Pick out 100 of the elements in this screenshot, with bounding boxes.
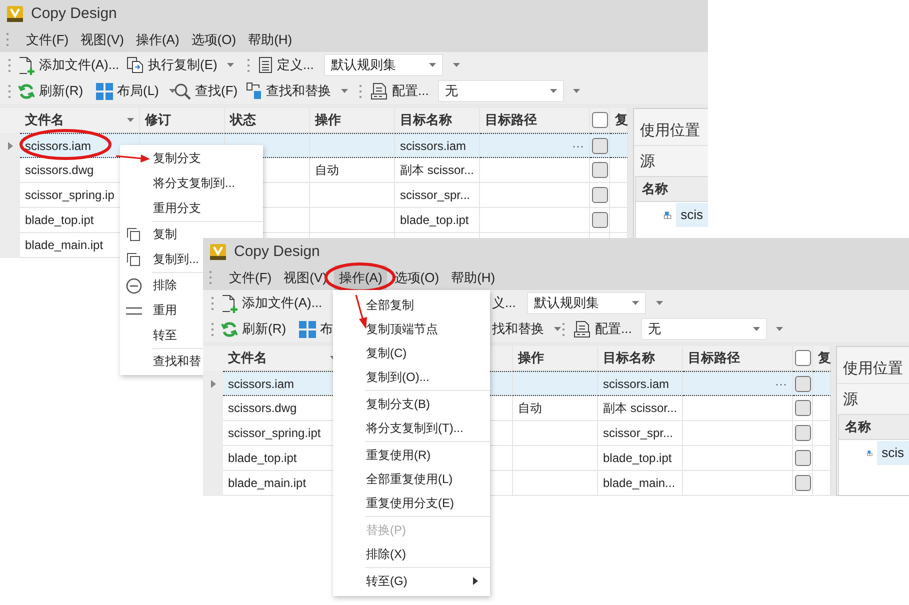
column-header[interactable]: 目标名称: [603, 349, 655, 367]
row-checkbox[interactable]: [794, 400, 810, 416]
combo-box[interactable]: 默认规则集: [324, 54, 443, 76]
menu-item[interactable]: 复制到(O)...: [333, 365, 432, 389]
tree-item[interactable]: scis: [676, 202, 708, 226]
row-checkbox[interactable]: [592, 162, 608, 178]
row-checkbox[interactable]: [592, 138, 608, 154]
menu-item[interactable]: 转至(G): [333, 569, 490, 593]
add-file-button[interactable]: 添加文件(A)...: [16, 53, 122, 77]
menu-item[interactable]: 复制到...: [120, 247, 202, 272]
row-checkbox[interactable]: [794, 475, 810, 491]
column-header[interactable]: 目标名称: [400, 111, 452, 129]
menu-item[interactable]: 复制分支(B): [333, 392, 432, 416]
replace-icon: [246, 82, 262, 100]
find-replace-button[interactable]: 查找和替换: [244, 79, 350, 103]
toolbar-button[interactable]: 找和替换: [490, 317, 563, 341]
menu-item[interactable]: 全部重复使用(L): [333, 467, 455, 491]
menu-item[interactable]: 重复使用(R): [333, 443, 433, 467]
grip-icon[interactable]: [246, 58, 250, 72]
caret-icon: [168, 89, 176, 93]
menu-item[interactable]: 复制(C): [333, 341, 409, 365]
table-cell: blade_top.ipt: [228, 451, 297, 465]
table-cell: scissor_spring.ipt: [228, 426, 321, 440]
grip-icon[interactable]: [6, 33, 9, 46]
row-checkbox[interactable]: [794, 425, 810, 441]
grip-icon[interactable]: [358, 84, 362, 98]
column-header[interactable]: 复: [615, 111, 628, 129]
column-header[interactable]: 操作: [518, 349, 544, 367]
menu-item[interactable]: 文件(F): [21, 27, 74, 52]
row-checkbox[interactable]: [794, 450, 810, 466]
search-icon: [174, 82, 191, 100]
grip-icon[interactable]: [210, 322, 214, 336]
grip-icon[interactable]: [562, 322, 564, 336]
menu-item[interactable]: 选项(O): [389, 265, 444, 290]
copy-documents-icon: [126, 56, 144, 74]
column-header[interactable]: 文件名: [25, 111, 64, 129]
menu-item[interactable]: 复制: [120, 222, 179, 247]
caret-icon: [632, 301, 639, 305]
column-header[interactable]: 文件名: [228, 349, 267, 367]
select-all-checkbox[interactable]: [592, 112, 608, 128]
menu-item[interactable]: 文件(F): [224, 265, 277, 290]
menu-item[interactable]: 重复使用分支(E): [333, 491, 456, 515]
menu-item[interactable]: 重用: [120, 298, 179, 323]
copy-icon: [126, 252, 141, 267]
panel-title: 使用位置: [837, 347, 909, 384]
column-header[interactable]: 修订: [145, 111, 171, 129]
menu-item[interactable]: 复制顶端节点: [333, 317, 440, 341]
define-button[interactable]: 定义...: [256, 53, 316, 77]
browse-button[interactable]: ···: [775, 376, 787, 390]
column-header[interactable]: 状态: [230, 111, 256, 129]
menu-item[interactable]: 操作(A): [130, 27, 184, 52]
menu-item[interactable]: 重用分支: [120, 196, 203, 221]
refresh-button[interactable]: 刷新(R): [219, 317, 288, 341]
combo-box[interactable]: 无: [641, 318, 767, 340]
column-header[interactable]: 目标路径: [688, 349, 740, 367]
grip-icon[interactable]: [8, 58, 10, 72]
refresh-button[interactable]: 刷新(R): [16, 79, 86, 103]
menu-item[interactable]: 将分支复制到...: [120, 171, 238, 196]
tree-item[interactable]: scis: [876, 440, 909, 464]
row-checkbox[interactable]: [592, 187, 608, 203]
add-file-button[interactable]: 添加文件(A)...: [219, 291, 324, 315]
grip-icon[interactable]: [210, 296, 214, 310]
caret-icon: [776, 327, 782, 331]
menu-item[interactable]: 转至: [120, 323, 179, 348]
grip-icon[interactable]: [209, 271, 212, 284]
menu-item[interactable]: 全部复制: [333, 293, 416, 317]
column-header[interactable]: 操作: [315, 111, 341, 129]
combo-value: 无: [445, 82, 458, 100]
row-checkbox[interactable]: [592, 212, 608, 228]
layout-grid-icon: [96, 82, 113, 100]
grip-icon[interactable]: [8, 84, 10, 98]
menu-item[interactable]: 查找和替: [120, 349, 203, 374]
table-cell: blade_top.ipt: [25, 213, 94, 227]
layout-button[interactable]: 布: [297, 317, 335, 341]
window-title: Copy Design: [234, 243, 320, 260]
column-header[interactable]: 复: [818, 349, 831, 367]
menu-item[interactable]: 排除(X): [333, 542, 408, 566]
menu-item[interactable]: 视图(V): [76, 27, 129, 52]
double-line-icon: [126, 306, 142, 314]
menu-item[interactable]: 帮助(H): [446, 265, 500, 290]
menu-item[interactable]: 排除: [120, 273, 179, 298]
column-header: 名称: [635, 176, 708, 202]
combo-value: 无: [648, 320, 661, 338]
config-button[interactable]: 配置...: [571, 317, 634, 341]
caret-icon: [429, 63, 436, 67]
config-button[interactable]: 配置...: [368, 79, 431, 103]
menu-item[interactable]: 帮助(H): [243, 27, 298, 52]
menu-item[interactable]: 将分支复制到(T)...: [333, 416, 466, 440]
menu-item[interactable]: 选项(O): [186, 27, 242, 52]
run-copy-button[interactable]: 执行复制(E): [124, 53, 236, 77]
row-checkbox[interactable]: [794, 376, 810, 392]
toolbar-button[interactable]: 义...: [490, 291, 518, 315]
combo-box[interactable]: 默认规则集: [527, 292, 646, 314]
column-header[interactable]: 目标路径: [485, 111, 537, 129]
menu-item[interactable]: 复制分支: [120, 146, 203, 171]
source-label: 源: [639, 152, 656, 172]
browse-button[interactable]: ···: [572, 138, 584, 152]
table-cell: scissors.dwg: [228, 401, 297, 415]
combo-box[interactable]: 无: [438, 80, 564, 102]
select-all-checkbox[interactable]: [794, 350, 810, 366]
